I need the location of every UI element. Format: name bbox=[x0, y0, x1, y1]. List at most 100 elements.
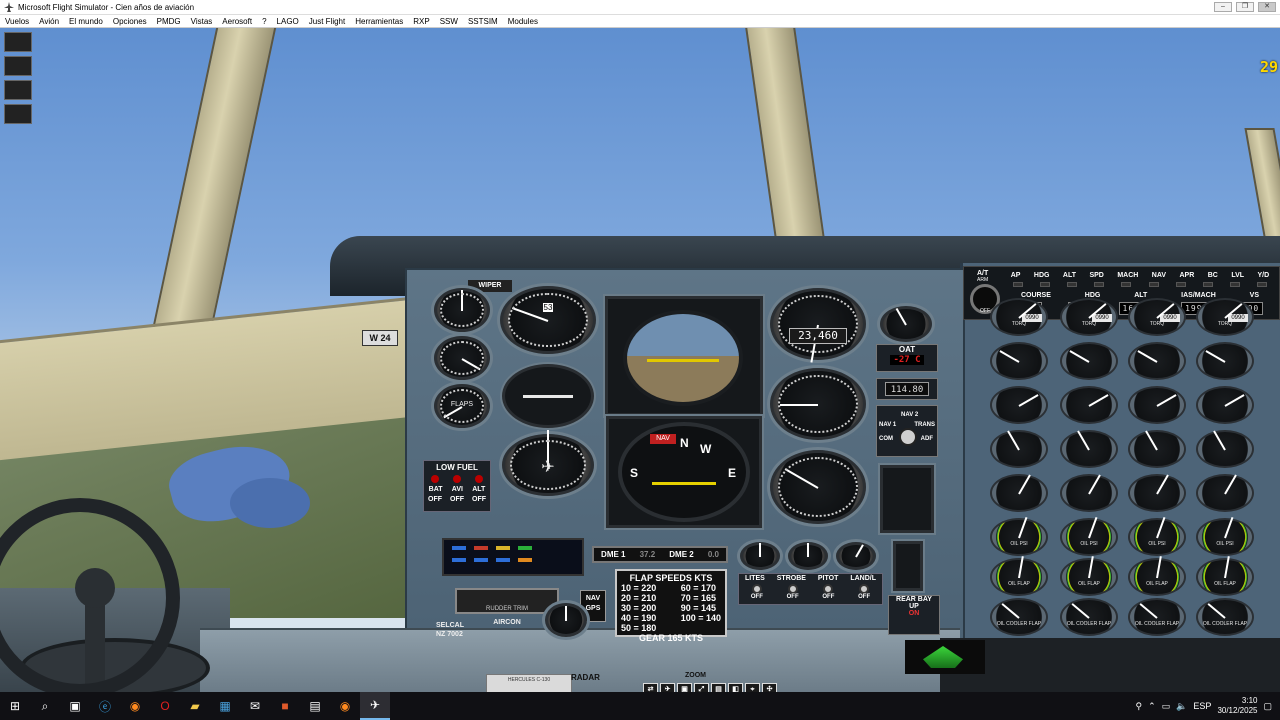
menu-modules[interactable]: Modules bbox=[503, 17, 543, 26]
search-icon[interactable]: ⌕ bbox=[30, 692, 60, 720]
apr-button[interactable]: APR bbox=[1180, 272, 1195, 279]
menu-help[interactable]: ? bbox=[257, 17, 271, 26]
store-icon[interactable]: ■ bbox=[270, 692, 300, 720]
mail-icon[interactable]: ✉ bbox=[240, 692, 270, 720]
engine-gauge bbox=[990, 342, 1048, 380]
opera-icon[interactable]: O bbox=[150, 692, 180, 720]
menu-el-mundo[interactable]: El mundo bbox=[64, 17, 108, 26]
cockpit-view[interactable]: 29 W 24 WIPER FLAPS LOW FUEL BAT AVI ALT… bbox=[0, 28, 1280, 692]
bat-switch-label[interactable]: BAT bbox=[429, 486, 443, 493]
panel-toggle-icon[interactable] bbox=[4, 32, 32, 52]
rear-bay-switch[interactable]: REAR BAY UP ON bbox=[888, 595, 940, 635]
menu-avion[interactable]: Avión bbox=[34, 17, 64, 26]
nav-button[interactable]: NAV bbox=[1152, 272, 1166, 279]
close-button[interactable]: ✕ bbox=[1258, 2, 1276, 12]
strobe-switch[interactable] bbox=[787, 584, 798, 594]
menu-vistas[interactable]: Vistas bbox=[186, 17, 218, 26]
bc-button[interactable]: BC bbox=[1208, 272, 1218, 279]
menu-ssw[interactable]: SSW bbox=[435, 17, 463, 26]
view-button[interactable]: ✣ bbox=[762, 683, 777, 692]
notepad-icon[interactable]: ▤ bbox=[300, 692, 330, 720]
throttle-quadrant[interactable] bbox=[940, 638, 1280, 692]
mach-button[interactable]: MACH bbox=[1117, 272, 1138, 279]
lower-panel bbox=[200, 628, 960, 692]
menu-vuelos[interactable]: Vuelos bbox=[0, 17, 34, 26]
oil-psi-gauge: OIL PSI bbox=[1060, 518, 1118, 556]
menu-aerosoft[interactable]: Aerosoft bbox=[217, 17, 257, 26]
oil-cooler-flap-gauge: OIL COOLER FLAP bbox=[1128, 598, 1186, 636]
autothrottle-off-label: OFF bbox=[980, 308, 990, 314]
flap-lever[interactable] bbox=[893, 541, 923, 591]
oil-cooler-flap-gauge: OIL COOLER FLAP bbox=[990, 598, 1048, 636]
window-title: Microsoft Flight Simulator - Cien años d… bbox=[18, 2, 195, 12]
lvl-button[interactable]: LVL bbox=[1231, 272, 1244, 279]
minimize-button[interactable]: – bbox=[1214, 2, 1232, 12]
selcal-line1: SELCAL bbox=[436, 622, 464, 629]
chevron-up-icon[interactable]: ⌃ bbox=[1148, 701, 1156, 712]
person-icon[interactable]: ⚲ bbox=[1136, 701, 1143, 712]
view-button[interactable]: ⇄ bbox=[643, 683, 658, 692]
gear-lever[interactable] bbox=[880, 465, 934, 533]
light-dimmer-knob[interactable] bbox=[880, 306, 932, 342]
language-indicator[interactable]: ESP bbox=[1193, 701, 1211, 711]
lites-switch[interactable] bbox=[751, 584, 762, 594]
avi-switch-label[interactable]: AVI bbox=[452, 486, 463, 493]
menu-opciones[interactable]: Opciones bbox=[108, 17, 152, 26]
menu-herramientas[interactable]: Herramientas bbox=[350, 17, 408, 26]
title-bar[interactable]: Microsoft Flight Simulator - Cien años d… bbox=[0, 0, 1280, 15]
spd-button[interactable]: SPD bbox=[1089, 272, 1103, 279]
nav-selector-panel[interactable]: NAV 2 NAV 1 TRANS COM ADF bbox=[876, 405, 938, 457]
flight-sim-taskbar-icon[interactable]: ✈ bbox=[360, 692, 390, 720]
firefox-2-icon[interactable]: ◉ bbox=[330, 692, 360, 720]
turn-slip-indicator: ✈ bbox=[502, 434, 594, 496]
panel-toggle-icon[interactable] bbox=[4, 104, 32, 124]
flap-speed-row: 50 = 180 bbox=[621, 623, 657, 633]
menu-rxp[interactable]: RXP bbox=[408, 17, 434, 26]
yd-button[interactable]: Y/D bbox=[1257, 272, 1269, 279]
hsi-nav-flag: NAV bbox=[650, 434, 676, 444]
menu-sstsim[interactable]: SSTSIM bbox=[463, 17, 503, 26]
ap-button[interactable]: AP bbox=[1011, 272, 1021, 279]
photos-icon[interactable]: ▦ bbox=[210, 692, 240, 720]
network-icon[interactable]: ▭ bbox=[1162, 701, 1171, 712]
edge-icon[interactable]: ⓔ bbox=[90, 692, 120, 720]
menu-pmdg[interactable]: PMDG bbox=[152, 17, 186, 26]
flap-speed-row: 60 = 170 bbox=[680, 583, 716, 593]
land-light-switch[interactable] bbox=[859, 584, 870, 594]
engine-gauge bbox=[1196, 342, 1254, 380]
panel-toggle-icon[interactable] bbox=[4, 80, 32, 100]
panel-toggle-icon[interactable] bbox=[4, 56, 32, 76]
engine-gauge bbox=[1128, 342, 1186, 380]
nav-frequency-display[interactable]: 114.80 bbox=[876, 378, 938, 400]
alt-button[interactable]: ALT bbox=[1063, 272, 1076, 279]
view-button[interactable]: ⌖ bbox=[745, 683, 760, 692]
menu-lago[interactable]: LAGO bbox=[272, 17, 304, 26]
alt-switch-label[interactable]: ALT bbox=[472, 486, 485, 493]
engine-gauge bbox=[990, 430, 1048, 468]
maximize-button[interactable]: ❐ bbox=[1236, 2, 1254, 12]
selector-knob-icon[interactable] bbox=[899, 428, 917, 446]
rudder-trim[interactable]: RUDDER TRIM bbox=[455, 588, 559, 614]
dme-display: DME 1 37.2 DME 2 0.0 bbox=[592, 546, 728, 563]
volume-icon[interactable]: 🔈 bbox=[1176, 701, 1187, 712]
view-button[interactable]: ⤢ bbox=[694, 683, 709, 692]
file-explorer-icon[interactable]: ▰ bbox=[180, 692, 210, 720]
windows-start-icon[interactable]: ⊞ bbox=[0, 692, 30, 720]
oil-flap-gauge: OIL FLAP bbox=[1128, 558, 1186, 596]
firefox-icon[interactable]: ◉ bbox=[120, 692, 150, 720]
notifications-icon[interactable]: ▢ bbox=[1263, 701, 1272, 712]
pitot-switch[interactable] bbox=[823, 584, 834, 594]
hdg-button[interactable]: HDG bbox=[1034, 272, 1050, 279]
view-button[interactable]: ✈ bbox=[660, 683, 675, 692]
view-button[interactable]: ◧ bbox=[728, 683, 743, 692]
airspeed-indicator: 53 bbox=[500, 286, 596, 354]
clock[interactable]: 3:10 30/12/2025 bbox=[1217, 696, 1257, 716]
gear-speed: GEAR 165 KTS bbox=[638, 633, 704, 643]
view-button[interactable]: ▤ bbox=[711, 683, 726, 692]
flap-speeds-title: FLAP SPEEDS KTS bbox=[629, 573, 713, 583]
aircon-knob[interactable] bbox=[545, 603, 587, 637]
flap-speed-row: 10 = 220 bbox=[621, 583, 657, 593]
task-view-icon[interactable]: ▣ bbox=[60, 692, 90, 720]
menu-just-flight[interactable]: Just Flight bbox=[304, 17, 350, 26]
view-button[interactable]: ▣ bbox=[677, 683, 692, 692]
